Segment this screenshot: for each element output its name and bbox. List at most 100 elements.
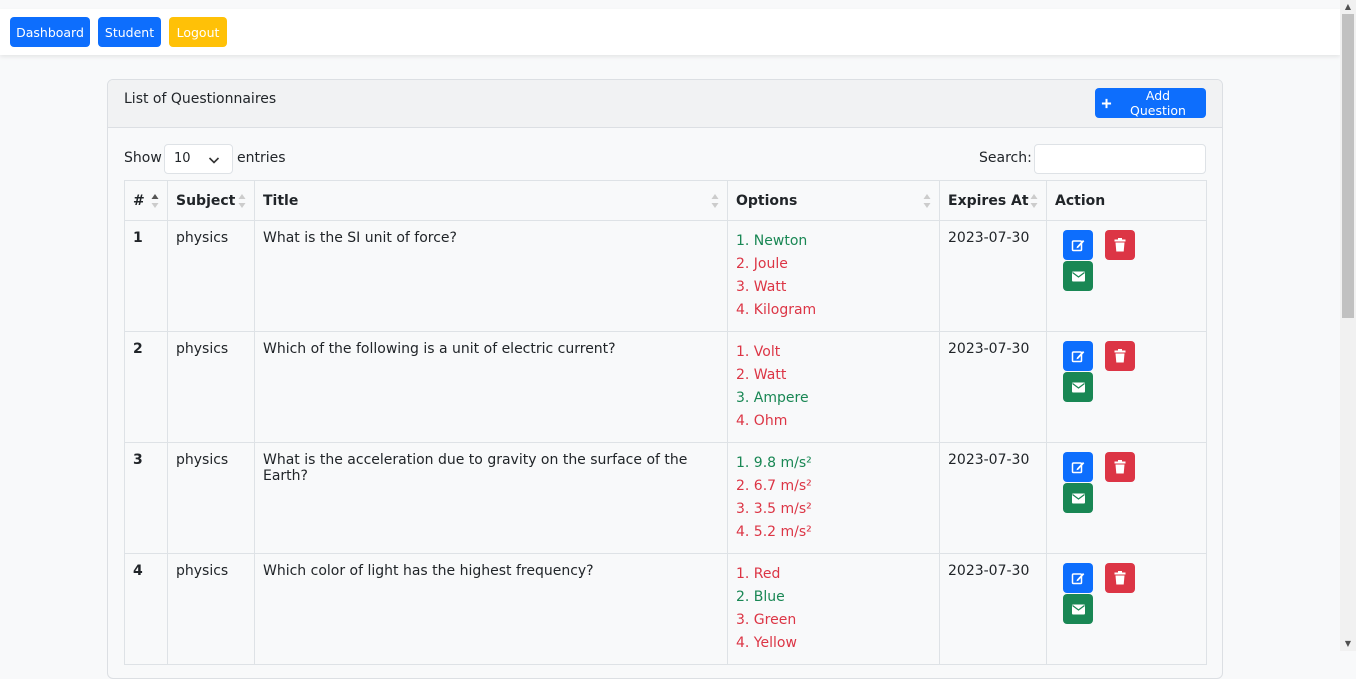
col-header-options[interactable]: Options [727,180,940,221]
edit-button[interactable] [1063,341,1093,371]
option-item: 2. Blue [736,589,785,605]
delete-button[interactable] [1105,341,1135,371]
scrollbar-thumb[interactable] [1342,14,1354,318]
scroll-up-arrow-icon[interactable]: ▲ [1340,0,1356,14]
option-item: 3. Green [736,612,797,628]
trash-icon [1114,238,1126,252]
option-item: 1. Volt [736,344,781,360]
search-label: Search: [979,150,1032,166]
edit-icon [1071,573,1085,585]
scroll-down-arrow-icon[interactable]: ▼ [1340,637,1356,651]
row-title: What is the SI unit of force? [254,220,728,332]
row-actions [1046,442,1207,554]
option-item: 1. 9.8 m/s² [736,455,812,471]
entries-label: entries [237,150,286,166]
vertical-scrollbar[interactable]: ▲ ▼ [1340,0,1356,651]
edit-button[interactable] [1063,230,1093,260]
row-expires: 2023-07-30 [939,331,1047,443]
search-input[interactable] [1034,144,1206,174]
row-subject: physics [167,442,255,554]
navbar: Dashboard Student Logout [0,9,1340,55]
row-subject: physics [167,331,255,443]
envelope-icon [1071,271,1085,281]
envelope-icon [1071,604,1085,614]
row-number: 3 [124,442,168,554]
row-title: Which of the following is a unit of elec… [254,331,728,443]
envelope-icon [1071,493,1085,503]
row-number: 2 [124,331,168,443]
row-options: 1. Newton 2. Joule 3. Watt 4. Kilogram [727,220,940,332]
row-title: Which color of light has the highest fre… [254,553,728,665]
add-question-button[interactable]: Add Question [1095,88,1206,118]
row-expires: 2023-07-30 [939,553,1047,665]
logout-button[interactable]: Logout [169,17,227,47]
sort-icon [238,194,246,208]
edit-button[interactable] [1063,452,1093,482]
row-subject: physics [167,220,255,332]
option-item: 2. Watt [736,367,787,383]
questions-table: # Subject Title Options Expires At Actio… [124,180,1207,665]
edit-icon [1071,462,1085,474]
option-item: 4. Kilogram [736,302,817,318]
row-actions [1046,331,1207,443]
row-expires: 2023-07-30 [939,442,1047,554]
sort-icon [711,194,719,208]
questionnaire-card: List of Questionnaires Add Question Show… [107,79,1223,679]
table-header-row: # Subject Title Options Expires At Actio… [124,180,1207,221]
col-header-title[interactable]: Title [254,180,728,221]
edit-button[interactable] [1063,563,1093,593]
col-header-action: Action [1046,180,1207,221]
show-label: Show [124,150,162,166]
col-header-number[interactable]: # [124,180,168,221]
row-options: 1. Red 2. Blue 3. Green 4. Yellow [727,553,940,665]
row-subject: physics [167,553,255,665]
row-actions [1046,220,1207,332]
sort-icon [923,194,931,208]
row-number: 1 [124,220,168,332]
option-item: 2. 6.7 m/s² [736,478,812,494]
entries-select[interactable]: 10 [164,144,233,174]
option-item: 4. Ohm [736,413,788,429]
row-number: 4 [124,553,168,665]
row-options: 1. Volt 2. Watt 3. Ampere 4. Ohm [727,331,940,443]
col-header-expires[interactable]: Expires At [939,180,1047,221]
table-row: 1 physics What is the SI unit of force? … [124,220,1207,332]
student-button[interactable]: Student [98,17,161,47]
sort-asc-icon [151,194,159,208]
chevron-down-icon [208,157,220,164]
option-item: 1. Red [736,566,781,582]
envelope-icon [1071,382,1085,392]
email-button[interactable] [1063,594,1093,624]
row-expires: 2023-07-30 [939,220,1047,332]
option-item: 2. Joule [736,256,788,272]
entries-value: 10 [174,151,191,166]
dashboard-button[interactable]: Dashboard [10,17,90,47]
table-row: 3 physics What is the acceleration due t… [124,442,1207,554]
edit-icon [1071,351,1085,363]
card-title: List of Questionnaires [124,91,277,107]
trash-icon [1114,571,1126,585]
option-item: 3. Ampere [736,390,809,406]
email-button[interactable] [1063,483,1093,513]
sort-icon [1030,194,1038,208]
edit-icon [1071,240,1085,252]
row-actions [1046,553,1207,665]
row-title: What is the acceleration due to gravity … [254,442,728,554]
trash-icon [1114,460,1126,474]
trash-icon [1114,349,1126,363]
option-item: 3. 3.5 m/s² [736,501,812,517]
row-options: 1. 9.8 m/s² 2. 6.7 m/s² 3. 3.5 m/s² 4. 5… [727,442,940,554]
option-item: 4. Yellow [736,635,797,651]
delete-button[interactable] [1105,230,1135,260]
table-body: 1 physics What is the SI unit of force? … [124,220,1207,665]
delete-button[interactable] [1105,452,1135,482]
email-button[interactable] [1063,261,1093,291]
col-header-subject[interactable]: Subject [167,180,255,221]
option-item: 3. Watt [736,279,787,295]
card-header: List of Questionnaires Add Question [108,80,1222,128]
top-strip [0,0,1340,9]
option-item: 4. 5.2 m/s² [736,524,812,540]
add-question-label: Add Question [1130,88,1186,118]
delete-button[interactable] [1105,563,1135,593]
email-button[interactable] [1063,372,1093,402]
